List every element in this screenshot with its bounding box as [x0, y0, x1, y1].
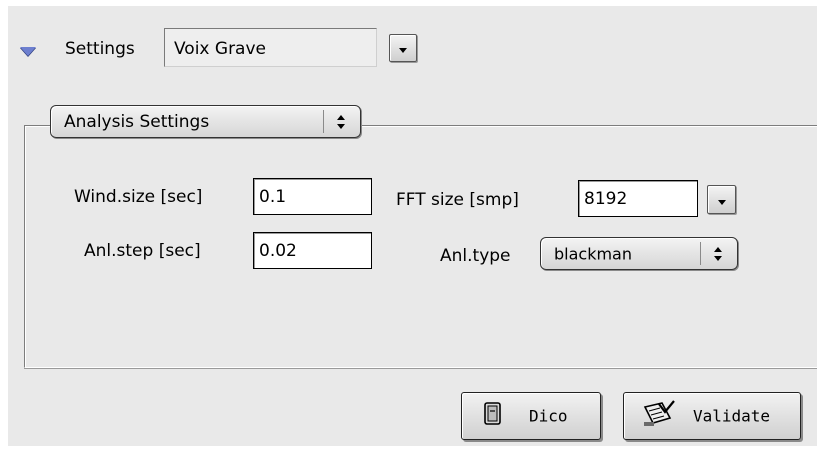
window-edge-top [0, 0, 817, 6]
anl-type-label: Anl.type [440, 246, 511, 266]
up-down-arrows-icon [713, 246, 723, 261]
up-down-arrows-icon [336, 114, 346, 129]
fft-size-dropdown-button[interactable] [707, 185, 736, 214]
analysis-settings-popup[interactable]: Analysis Settings [50, 105, 361, 138]
fft-size-field[interactable]: 8192 [578, 180, 698, 217]
wind-size-label: Wind.size [sec] [74, 187, 203, 207]
anl-type-value: blackman [554, 244, 632, 263]
settings-window: Settings Voix Grave Analysis Settings Wi… [0, 0, 817, 454]
dico-button[interactable]: Dico [461, 392, 601, 440]
chevron-down-icon [717, 199, 726, 205]
disclosure-triangle-icon[interactable] [20, 47, 36, 56]
window-edge-left [0, 0, 8, 454]
dico-button-label: Dico [529, 406, 568, 426]
popup-divider [700, 242, 701, 265]
validate-button-label: Validate [693, 406, 771, 426]
popup-divider [323, 110, 324, 133]
chevron-down-icon [399, 48, 407, 53]
settings-label: Settings [65, 39, 135, 59]
fft-size-label: FFT size [smp] [396, 190, 519, 210]
preset-dropdown-button[interactable] [389, 34, 417, 62]
analysis-settings-popup-label: Analysis Settings [64, 111, 210, 132]
anl-type-popup[interactable]: blackman [540, 237, 738, 270]
preset-value: Voix Grave [174, 39, 266, 59]
validate-check-icon [642, 400, 676, 432]
validate-button[interactable]: Validate [623, 392, 801, 440]
anl-step-field[interactable]: 0.02 [253, 232, 372, 269]
window-edge-bottom [0, 446, 817, 454]
wind-size-field[interactable]: 0.1 [253, 178, 372, 215]
anl-step-label: Anl.step [sec] [84, 241, 201, 261]
document-icon [483, 402, 503, 430]
